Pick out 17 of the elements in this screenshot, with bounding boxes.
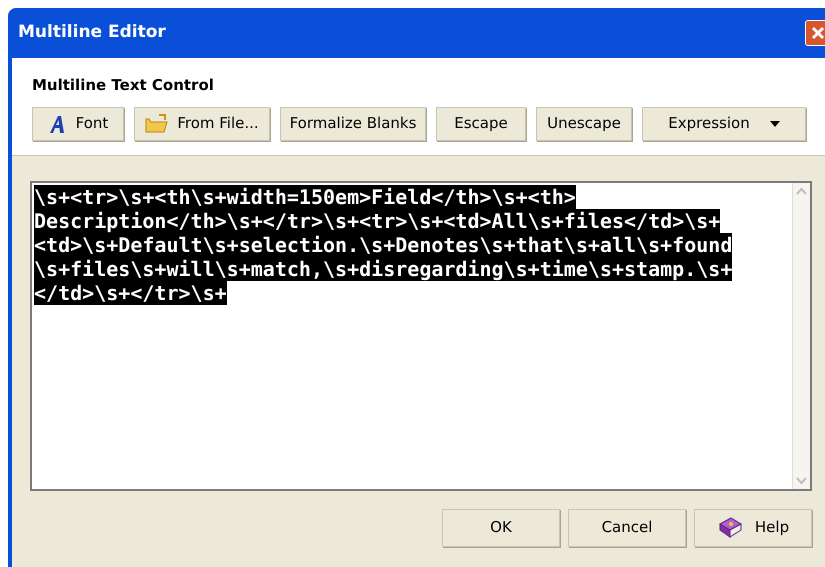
- text-editor[interactable]: [30, 180, 812, 490]
- window-title: Multiline Editor: [18, 21, 166, 44]
- caret-icon: [770, 120, 780, 126]
- toolbar-button[interactable]: Formalize Blanks: [280, 106, 426, 140]
- close-icon: [811, 26, 825, 40]
- toolbar-button[interactable]: Unescape: [536, 106, 632, 140]
- toolbar-button[interactable]: From File...: [134, 106, 270, 140]
- close-button[interactable]: [805, 20, 825, 46]
- folder-icon: [145, 114, 170, 134]
- dropdown-button[interactable]: Expression: [642, 106, 806, 140]
- dialog-button[interactable]: Cancel: [568, 508, 686, 546]
- toolbar-button[interactable]: Font: [32, 106, 124, 140]
- book-icon: [716, 516, 743, 540]
- help-button[interactable]: Help: [694, 508, 812, 546]
- dialog-button[interactable]: OK: [442, 508, 560, 546]
- toolbar-button[interactable]: Escape: [436, 106, 526, 140]
- section-title: Multiline Text Control: [32, 75, 215, 96]
